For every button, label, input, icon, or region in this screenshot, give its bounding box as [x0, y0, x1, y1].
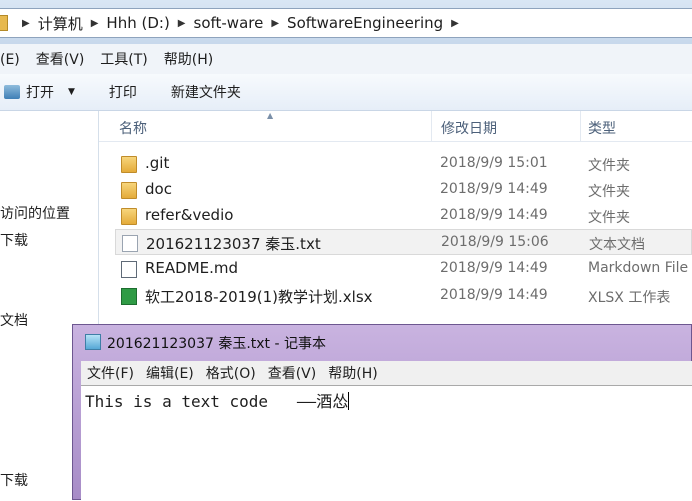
chevron-right-icon[interactable]: ▶	[91, 18, 99, 29]
column-headers: ▲ 名称 修改日期 类型	[99, 111, 692, 142]
explorer-toolbar: 打开 ▼ 打印 新建文件夹	[0, 74, 692, 111]
folder-icon	[121, 182, 137, 199]
menu-edit[interactable]: 编辑(E)	[146, 363, 194, 383]
chevron-right-icon[interactable]: ▶	[22, 18, 30, 29]
breadcrumb-drive[interactable]: Hhh (D:)	[106, 14, 169, 32]
chevron-right-icon[interactable]: ▶	[451, 18, 459, 29]
file-type: 文件夹	[588, 210, 630, 226]
menu-format[interactable]: 格式(O)	[206, 363, 256, 383]
notepad-content: This is a text code ——酒怂	[85, 388, 350, 412]
breadcrumb-softwareengineering[interactable]: SoftwareEngineering	[287, 14, 443, 32]
file-date: 2018/9/9 15:06	[441, 234, 549, 250]
notepad-text-area[interactable]: This is a text code ——酒怂	[81, 385, 692, 501]
file-date: 2018/9/9 14:49	[440, 260, 548, 276]
file-name: 软工2018-2019(1)教学计划.xlsx	[145, 288, 373, 306]
sort-ascending-icon: ▲	[267, 111, 274, 120]
file-list: ▲ 名称 修改日期 类型 .git 2018/9/9 15:01 文件夹 doc…	[99, 111, 692, 324]
folder-icon	[0, 15, 8, 31]
file-row[interactable]: 软工2018-2019(1)教学计划.xlsx 2018/9/9 14:49 X…	[115, 283, 692, 309]
nav-item-downloads[interactable]: 下载	[0, 230, 28, 250]
menu-edit[interactable]: 辑(E)	[0, 49, 20, 69]
column-divider[interactable]	[431, 111, 432, 141]
explorer-menubar: 辑(E) 查看(V) 工具(T) 帮助(H)	[0, 44, 692, 74]
menu-file[interactable]: 文件(F)	[87, 363, 134, 383]
notepad-content-text: This is a text code ——酒怂	[85, 392, 349, 411]
file-row-selected[interactable]: 201621123037 秦玉.txt 2018/9/9 15:06 文本文档	[115, 229, 692, 255]
chevron-right-icon[interactable]: ▶	[178, 18, 186, 29]
menu-view[interactable]: 查看(V)	[268, 363, 317, 383]
menu-help[interactable]: 帮助(H)	[164, 49, 213, 69]
chevron-down-icon[interactable]: ▼	[68, 87, 75, 97]
open-icon	[4, 85, 20, 99]
file-row[interactable]: doc 2018/9/9 14:49 文件夹	[115, 177, 692, 203]
text-file-icon	[122, 235, 138, 252]
chevron-right-icon[interactable]: ▶	[271, 18, 279, 29]
markdown-file-icon	[121, 261, 137, 278]
breadcrumb-soft-ware[interactable]: soft-ware	[194, 14, 264, 32]
file-row[interactable]: refer&vedio 2018/9/9 14:49 文件夹	[115, 203, 692, 229]
address-field[interactable]: ▶ 计算机 ▶ Hhh (D:) ▶ soft-ware ▶ SoftwareE…	[0, 8, 692, 38]
file-type: Markdown File	[588, 260, 689, 276]
breadcrumb-computer[interactable]: 计算机	[38, 13, 83, 34]
file-date: 2018/9/9 15:01	[440, 155, 548, 171]
folder-icon	[121, 208, 137, 225]
file-type: 文件夹	[588, 158, 630, 174]
notepad-title: 201621123037 秦玉.txt - 记事本	[107, 336, 327, 352]
menu-tools[interactable]: 工具(T)	[100, 49, 147, 69]
nav-item-documents[interactable]: 文档	[0, 310, 28, 330]
text-caret	[348, 392, 350, 410]
file-type: XLSX 工作表	[588, 290, 671, 306]
menu-view[interactable]: 查看(V)	[36, 49, 85, 69]
file-date: 2018/9/9 14:49	[440, 287, 548, 303]
file-type: 文件夹	[588, 184, 630, 200]
excel-file-icon	[121, 288, 137, 305]
column-header-name[interactable]: 名称	[119, 118, 147, 138]
file-name: 201621123037 秦玉.txt	[146, 235, 321, 253]
address-bar-area: ▶ 计算机 ▶ Hhh (D:) ▶ soft-ware ▶ SoftwareE…	[0, 0, 692, 44]
file-name: README.md	[145, 259, 239, 277]
nav-item-recent-places[interactable]: 访问的位置	[0, 203, 70, 223]
notepad-menubar: 文件(F) 编辑(E) 格式(O) 查看(V) 帮助(H)	[81, 361, 692, 385]
file-name: doc	[145, 180, 172, 198]
file-row[interactable]: .git 2018/9/9 15:01 文件夹	[115, 151, 692, 177]
column-header-type[interactable]: 类型	[588, 118, 616, 138]
new-folder-button[interactable]: 新建文件夹	[171, 82, 241, 102]
print-button[interactable]: 打印	[109, 82, 137, 102]
file-type: 文本文档	[589, 237, 645, 253]
file-row[interactable]: README.md 2018/9/9 14:49 Markdown File	[115, 256, 692, 282]
open-button[interactable]: 打开 ▼	[0, 82, 75, 102]
column-divider[interactable]	[580, 111, 581, 141]
notepad-window[interactable]: 201621123037 秦玉.txt - 记事本 文件(F) 编辑(E) 格式…	[72, 324, 692, 501]
file-name: refer&vedio	[145, 206, 234, 224]
nav-item-downloads-2[interactable]: 下载	[0, 470, 28, 490]
notepad-icon[interactable]	[85, 334, 101, 350]
column-header-date[interactable]: 修改日期	[441, 118, 497, 138]
menu-help[interactable]: 帮助(H)	[328, 363, 377, 383]
open-label: 打开	[26, 85, 54, 101]
file-date: 2018/9/9 14:49	[440, 181, 548, 197]
folder-icon	[121, 156, 137, 173]
file-date: 2018/9/9 14:49	[440, 207, 548, 223]
file-name: .git	[145, 154, 170, 172]
